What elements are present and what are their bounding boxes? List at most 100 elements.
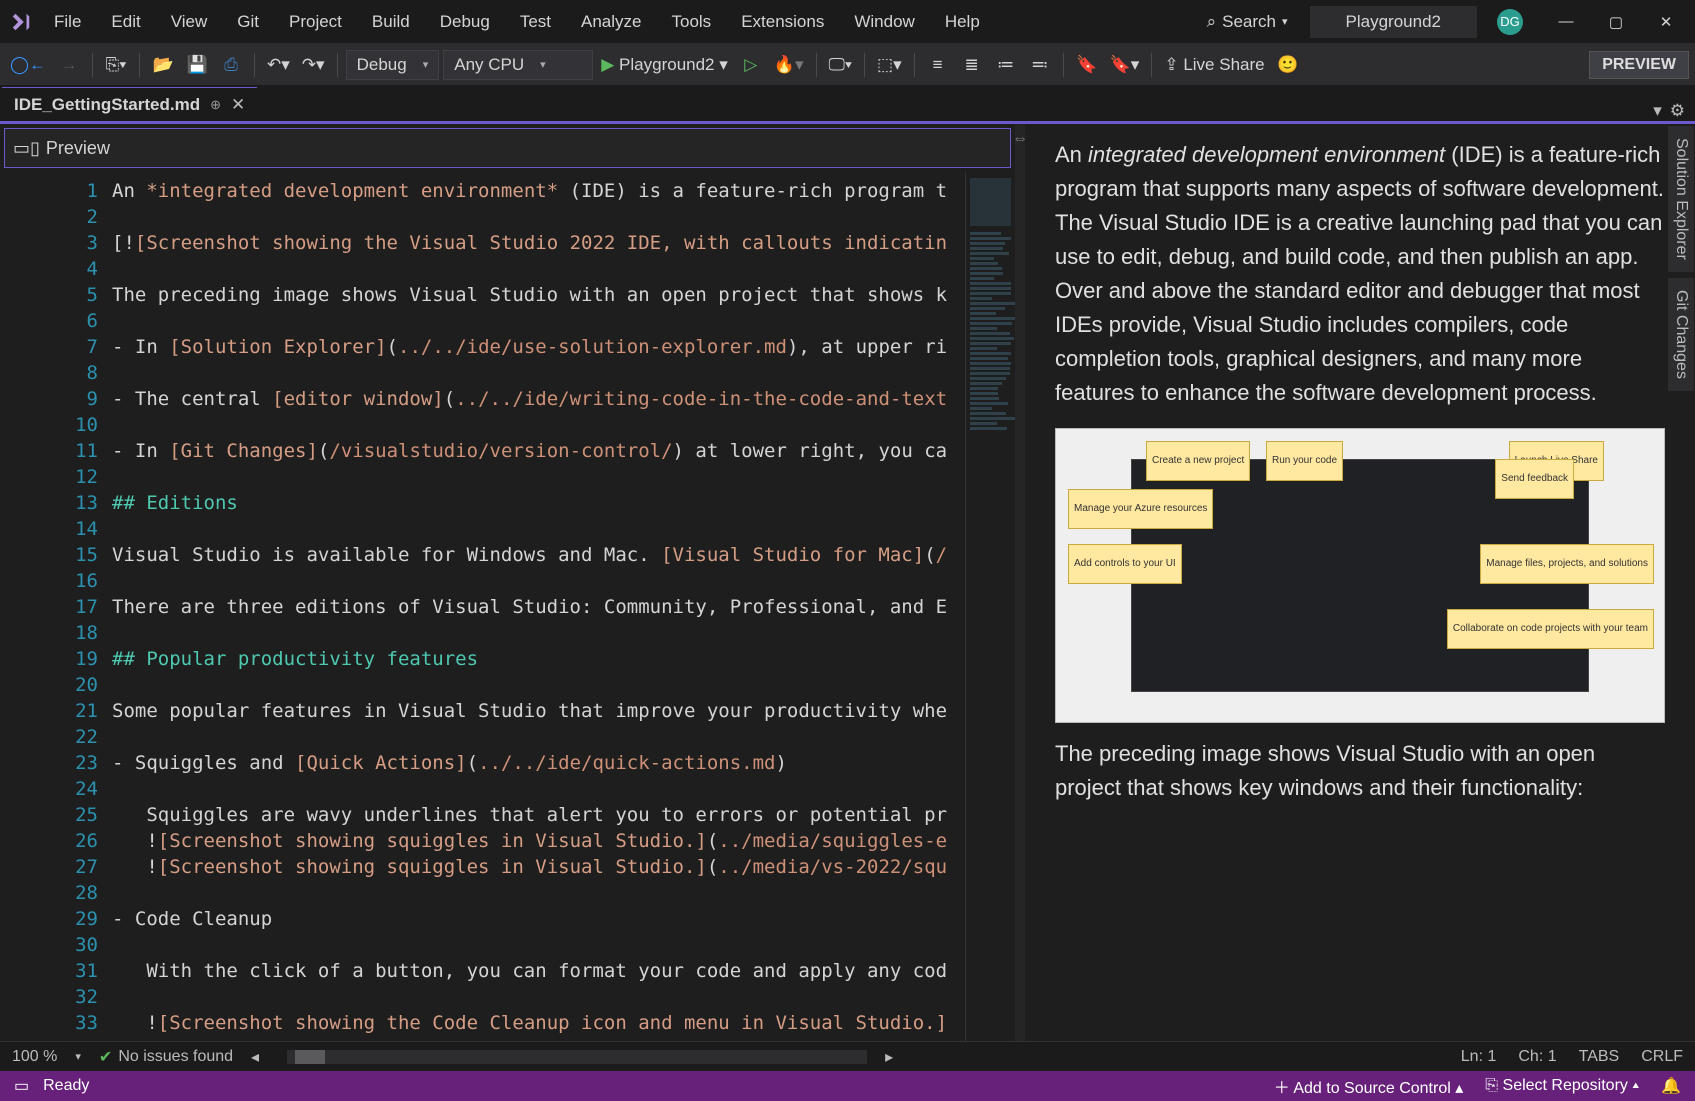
preview-toolbar[interactable]: ▭▯ Preview: [4, 128, 1011, 168]
solution-explorer-tab[interactable]: Solution Explorer: [1668, 126, 1694, 272]
scroll-right-icon[interactable]: ▸: [885, 1047, 893, 1067]
code-line[interactable]: There are three editions of Visual Studi…: [112, 594, 965, 620]
add-to-source-control[interactable]: ＋ Add to Source Control ▴: [1274, 1074, 1463, 1098]
code-content[interactable]: An *integrated development environment* …: [112, 172, 965, 1041]
code-line[interactable]: An *integrated development environment* …: [112, 178, 965, 204]
layout-button[interactable]: ⬚▾: [873, 50, 906, 80]
start-without-debugging-button[interactable]: ▷: [736, 50, 766, 80]
close-icon[interactable]: ✕: [231, 95, 245, 115]
bookmark-next-button[interactable]: 🔖▾: [1106, 50, 1144, 80]
code-line[interactable]: [112, 776, 965, 802]
menu-git[interactable]: Git: [223, 6, 273, 38]
code-line[interactable]: ![Screenshot showing the Code Cleanup ic…: [112, 1010, 965, 1036]
start-debugging-button[interactable]: ▶ Playground2 ▾: [597, 50, 732, 80]
browser-link-button[interactable]: 🖵▾: [825, 50, 857, 80]
scroll-left-icon[interactable]: ◂: [251, 1047, 259, 1067]
horizontal-scrollbar[interactable]: [287, 1050, 867, 1064]
minimize-button[interactable]: —: [1543, 7, 1589, 37]
uncomment-button[interactable]: ≕: [1025, 50, 1055, 80]
notifications-icon[interactable]: 🔔: [1661, 1076, 1681, 1096]
search-box[interactable]: ⌕ Search ▾: [1195, 8, 1300, 36]
code-line[interactable]: Squiggles are wavy underlines that alert…: [112, 802, 965, 828]
close-button[interactable]: ✕: [1643, 7, 1689, 37]
new-item-button[interactable]: ⎘▾: [101, 50, 131, 80]
menu-window[interactable]: Window: [840, 6, 928, 38]
output-icon[interactable]: ▭: [14, 1076, 29, 1096]
user-avatar[interactable]: DG: [1497, 9, 1523, 35]
menu-view[interactable]: View: [157, 6, 222, 38]
code-line[interactable]: With the click of a button, you can form…: [112, 958, 965, 984]
menu-debug[interactable]: Debug: [426, 6, 504, 38]
nav-forward-button[interactable]: →: [54, 50, 84, 80]
save-button[interactable]: 💾: [182, 50, 212, 80]
outdent-button[interactable]: ≣: [957, 50, 987, 80]
code-line[interactable]: ## Popular productivity features: [112, 646, 965, 672]
code-line[interactable]: - Squiggles and [Quick Actions](../../id…: [112, 750, 965, 776]
code-line[interactable]: [112, 516, 965, 542]
redo-button[interactable]: ↷▾: [298, 50, 329, 80]
config-combo[interactable]: Debug▾: [346, 50, 440, 80]
issues-indicator[interactable]: ✔ No issues found: [99, 1047, 233, 1067]
menu-extensions[interactable]: Extensions: [727, 6, 838, 38]
indent-button[interactable]: ≡: [923, 50, 953, 80]
bookmark-button[interactable]: 🔖: [1072, 50, 1102, 80]
code-line[interactable]: - In [Solution Explorer](../../ide/use-s…: [112, 334, 965, 360]
maximize-button[interactable]: ▢: [1593, 7, 1639, 37]
code-line[interactable]: [112, 620, 965, 646]
menu-edit[interactable]: Edit: [97, 6, 154, 38]
solution-name[interactable]: Playground2: [1310, 6, 1477, 38]
indent-mode[interactable]: TABS: [1579, 1048, 1620, 1066]
code-line[interactable]: [112, 256, 965, 282]
feedback-button[interactable]: 🙂: [1273, 50, 1303, 80]
code-line[interactable]: [112, 932, 965, 958]
column-indicator[interactable]: Ch: 1: [1518, 1048, 1556, 1066]
line-indicator[interactable]: Ln: 1: [1461, 1048, 1497, 1066]
minimap[interactable]: [965, 172, 1015, 1041]
code-line[interactable]: ## Editions: [112, 490, 965, 516]
menu-build[interactable]: Build: [358, 6, 424, 38]
nav-back-button[interactable]: ◯←: [6, 50, 50, 80]
platform-combo[interactable]: Any CPU▾: [443, 50, 593, 80]
code-line[interactable]: [112, 672, 965, 698]
menu-test[interactable]: Test: [506, 6, 565, 38]
menu-tools[interactable]: Tools: [658, 6, 726, 38]
code-line[interactable]: [112, 204, 965, 230]
code-line[interactable]: - In [Git Changes](/visualstudio/version…: [112, 438, 965, 464]
code-line[interactable]: ![Screenshot showing squiggles in Visual…: [112, 828, 965, 854]
zoom-level[interactable]: 100 %: [12, 1048, 57, 1066]
line-ending[interactable]: CRLF: [1641, 1048, 1683, 1066]
code-line[interactable]: ![Screenshot showing squiggles in Visual…: [112, 854, 965, 880]
code-line[interactable]: [112, 568, 965, 594]
live-share-button[interactable]: ⇪ Live Share: [1160, 50, 1268, 80]
code-line[interactable]: - The central [editor window](../../ide/…: [112, 386, 965, 412]
git-changes-tab[interactable]: Git Changes: [1668, 278, 1694, 391]
code-line[interactable]: [112, 464, 965, 490]
menu-project[interactable]: Project: [275, 6, 356, 38]
code-line[interactable]: - Code Cleanup: [112, 906, 965, 932]
undo-button[interactable]: ↶▾: [263, 50, 294, 80]
tab-settings-icon[interactable]: ⚙: [1670, 101, 1685, 121]
select-repository[interactable]: ⎘ Select Repository ▴: [1485, 1077, 1639, 1095]
document-tab[interactable]: IDE_GettingStarted.md ⊕ ✕: [2, 87, 257, 121]
code-line[interactable]: The preceding image shows Visual Studio …: [112, 282, 965, 308]
code-line[interactable]: [112, 360, 965, 386]
code-line[interactable]: Visual Studio is available for Windows a…: [112, 542, 965, 568]
splitter[interactable]: ⇔: [1015, 124, 1025, 1041]
menu-file[interactable]: File: [40, 6, 95, 38]
code-line[interactable]: Some popular features in Visual Studio t…: [112, 698, 965, 724]
menu-help[interactable]: Help: [931, 6, 994, 38]
save-all-button[interactable]: ⎙: [216, 50, 246, 80]
code-line[interactable]: [112, 724, 965, 750]
code-line[interactable]: [112, 984, 965, 1010]
code-line[interactable]: [![Screenshot showing the Visual Studio …: [112, 230, 965, 256]
tab-overflow-button[interactable]: ▾: [1653, 101, 1662, 121]
pin-icon[interactable]: ⊕: [210, 97, 221, 113]
comment-button[interactable]: ≔: [991, 50, 1021, 80]
code-line[interactable]: [112, 412, 965, 438]
menu-analyze[interactable]: Analyze: [567, 6, 655, 38]
code-line[interactable]: [112, 880, 965, 906]
zoom-chevron-icon[interactable]: ▾: [75, 1050, 81, 1063]
hot-reload-button[interactable]: 🔥▾: [770, 50, 808, 80]
code-line[interactable]: [112, 308, 965, 334]
code-editor[interactable]: 1234567891011121314151617181920212223242…: [0, 172, 1015, 1041]
